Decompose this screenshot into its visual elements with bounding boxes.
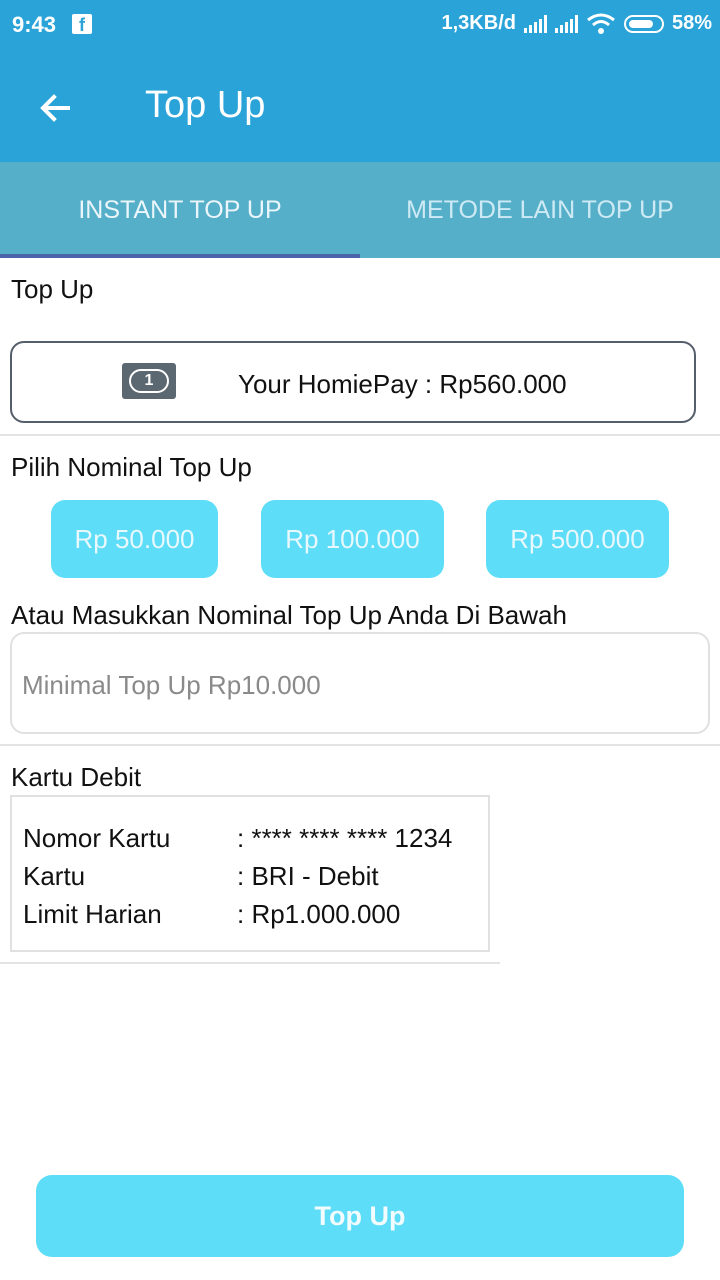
debit-card-info: Nomor Kartu : **** **** **** 1234 Kartu …	[10, 795, 490, 952]
battery-icon	[623, 14, 664, 33]
custom-amount-label: Atau Masukkan Nominal Top Up Anda Di Baw…	[11, 600, 567, 630]
status-time: 9:43	[12, 12, 57, 37]
top-up-label: Top Up	[11, 274, 94, 304]
top-up-submit-button[interactable]: Top Up	[36, 1175, 684, 1257]
signal-icon-2	[554, 14, 578, 33]
row-value: : Rp1.000.000	[237, 899, 401, 929]
network-speed: 1,3KB/d	[441, 12, 516, 34]
tab-instant-top-up[interactable]: INSTANT TOP UP	[0, 162, 360, 258]
wifi-icon	[587, 13, 615, 34]
row-key: Kartu	[23, 861, 86, 891]
nominal-50000-button[interactable]: Rp 50.000	[51, 500, 218, 578]
tab-label: METODE LAIN TOP UP	[406, 195, 674, 224]
status-right: 1,3KB/d 58%	[442, 12, 713, 35]
amount-input[interactable]: Minimal Top Up Rp10.000	[10, 632, 710, 734]
money-bill-icon: 1	[122, 363, 176, 399]
balance-text: Your HomiePay : Rp560.000	[238, 369, 567, 399]
daily-limit-row: Limit Harian : Rp1.000.000	[23, 899, 400, 930]
divider	[0, 434, 720, 436]
divider	[0, 962, 500, 964]
debit-card-label: Kartu Debit	[11, 762, 142, 792]
battery-level: 58%	[671, 12, 712, 34]
signal-icon	[523, 14, 547, 33]
row-value: : BRI - Debit	[237, 861, 379, 891]
amount-placeholder: Minimal Top Up Rp10.000	[22, 670, 321, 700]
nominal-500000-button[interactable]: Rp 500.000	[486, 500, 669, 578]
app-bar: Top Up	[0, 52, 720, 162]
nominal-100000-button[interactable]: Rp 100.000	[261, 500, 444, 578]
nominal-label: Pilih Nominal Top Up	[11, 452, 252, 482]
tab-bar: INSTANT TOP UP METODE LAIN TOP UP	[0, 162, 720, 258]
card-type-row: Kartu : BRI - Debit	[23, 861, 379, 892]
row-key: Limit Harian	[23, 899, 162, 929]
balance-card: 1 Your HomiePay : Rp560.000	[10, 341, 696, 423]
status-bar: 9:43 f 1,3KB/d 58%	[0, 0, 720, 52]
tab-metode-lain-top-up[interactable]: METODE LAIN TOP UP	[360, 162, 720, 258]
card-number-row: Nomor Kartu : **** **** **** 1234	[23, 823, 452, 854]
row-key: Nomor Kartu	[23, 823, 171, 853]
tab-indicator	[0, 254, 360, 258]
back-arrow-icon[interactable]	[32, 84, 80, 132]
page-title: Top Up	[145, 84, 266, 126]
facebook-notification-icon: f	[72, 14, 92, 35]
row-value: : **** **** **** 1234	[237, 823, 453, 853]
divider	[0, 744, 720, 746]
tab-label: INSTANT TOP UP	[78, 195, 282, 224]
